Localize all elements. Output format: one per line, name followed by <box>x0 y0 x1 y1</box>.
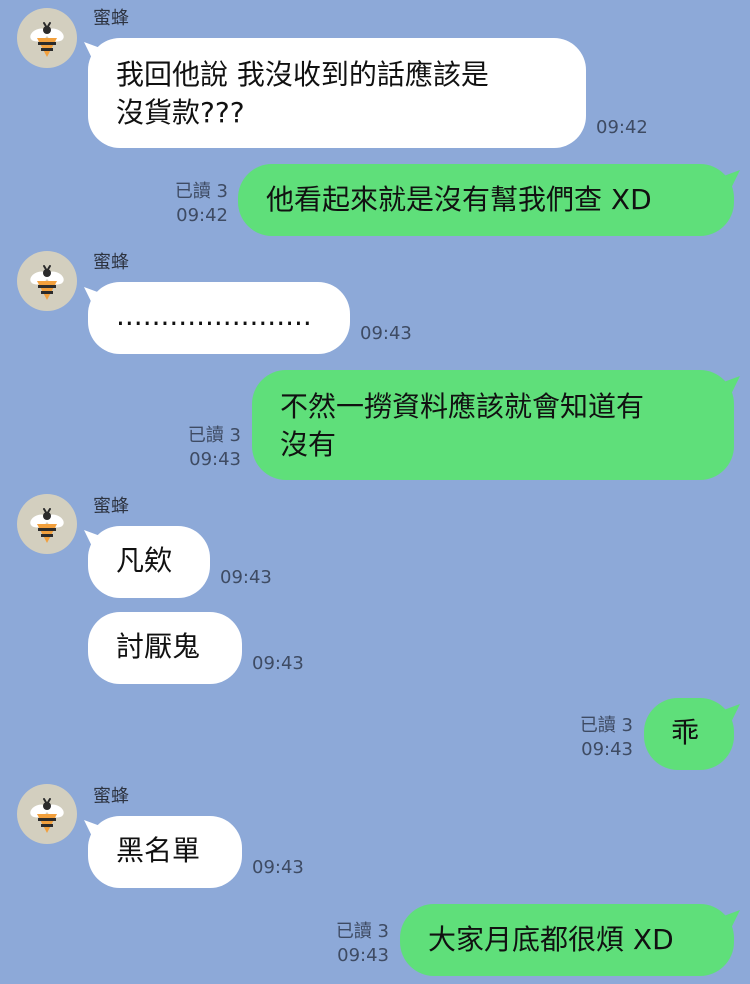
message-time: 09:42 <box>596 117 648 138</box>
message-meta: 已讀 3 09:43 <box>336 920 389 968</box>
message-meta: 已讀 3 09:42 <box>175 180 228 228</box>
read-receipt: 已讀 3 <box>174 181 228 202</box>
read-receipt: 已讀 3 <box>187 425 241 446</box>
message-text: 他看起來就是沒有幫我們查 XD <box>266 183 652 216</box>
message-time: 09:43 <box>252 857 304 878</box>
message-line: 我回他說 我沒收到的話應該是 <box>116 58 489 91</box>
message-text: 黑名單 <box>116 834 201 867</box>
sender-name: 蜜蜂 <box>93 8 129 29</box>
message-time: 09:43 <box>252 653 304 674</box>
message-bubble-outgoing[interactable]: 他看起來就是沒有幫我們查 XD <box>238 164 734 236</box>
message-line: 沒有 <box>280 428 337 461</box>
message-bubble-incoming[interactable]: 討厭鬼 <box>88 612 242 684</box>
message-time: 09:43 <box>581 739 633 760</box>
message-bubble-outgoing[interactable]: 乖 <box>644 698 734 770</box>
message-bubble-outgoing[interactable]: 大家月底都很煩 XD <box>400 904 734 976</box>
message-bubble-incoming[interactable]: 我回他說 我沒收到的話應該是 沒貨款??? <box>88 38 586 148</box>
message-time: 09:43 <box>220 567 272 588</box>
message-bubble-incoming[interactable]: 黑名單 <box>88 816 242 888</box>
message-bubble-incoming[interactable]: 凡欸 <box>88 526 210 598</box>
message-time: 09:43 <box>189 449 241 470</box>
message-bubble-outgoing[interactable]: 不然一撈資料應該就會知道有 沒有 <box>252 370 734 480</box>
bee-avatar-icon[interactable] <box>17 8 77 68</box>
message-text: ...................... <box>116 299 312 332</box>
sender-name: 蜜蜂 <box>93 786 129 807</box>
read-receipt: 已讀 3 <box>335 921 389 942</box>
bee-avatar-icon[interactable] <box>17 494 77 554</box>
sender-name: 蜜蜂 <box>93 252 129 273</box>
chat-area[interactable]: 蜜蜂 我回他說 我沒收到的話應該是 沒貨款??? 09:42 已讀 3 09:4… <box>0 0 750 984</box>
message-text: 凡欸 <box>116 544 173 577</box>
message-time: 09:42 <box>176 205 228 226</box>
message-line: 沒貨款??? <box>116 96 245 129</box>
message-time: 09:43 <box>337 945 389 966</box>
sender-name: 蜜蜂 <box>93 496 129 517</box>
message-text: 討厭鬼 <box>116 630 201 663</box>
message-text: 乖 <box>671 716 700 749</box>
message-meta: 已讀 3 09:43 <box>188 424 241 472</box>
bee-avatar-icon[interactable] <box>17 251 77 311</box>
message-text: 大家月底都很煩 XD <box>428 923 674 956</box>
message-bubble-incoming[interactable]: ...................... <box>88 282 350 354</box>
message-line: 不然一撈資料應該就會知道有 <box>280 390 645 423</box>
message-time: 09:43 <box>360 323 412 344</box>
message-meta: 已讀 3 09:43 <box>580 714 633 762</box>
bee-avatar-icon[interactable] <box>17 784 77 844</box>
read-receipt: 已讀 3 <box>579 715 633 736</box>
